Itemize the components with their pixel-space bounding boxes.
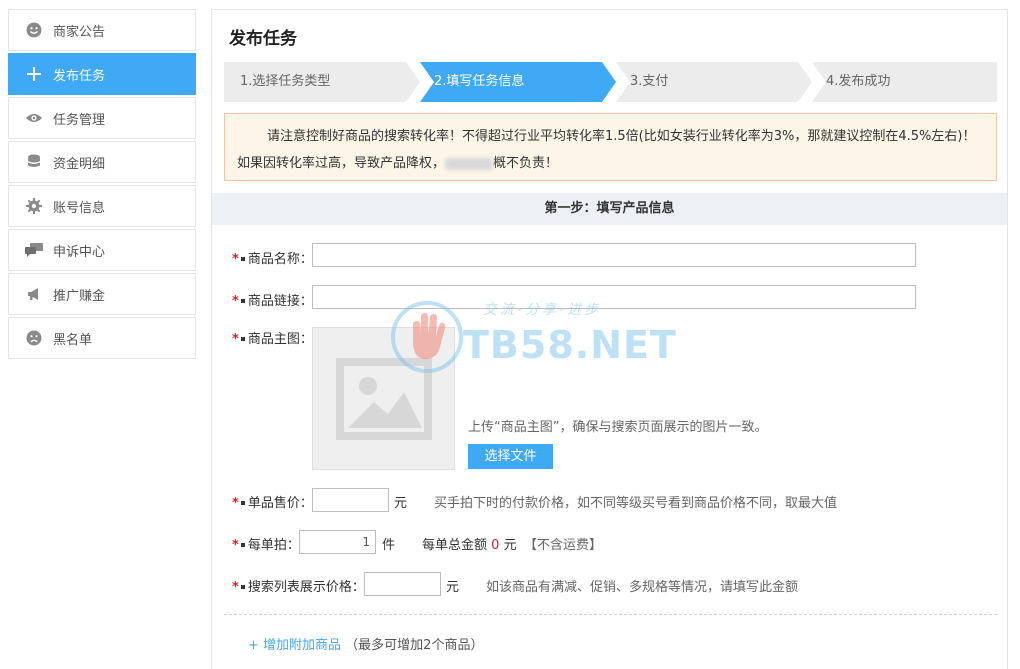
step-notch <box>420 62 434 102</box>
bullet-icon <box>240 336 245 341</box>
sidebar-item-task-management[interactable]: 任务管理 <box>8 97 196 139</box>
sidebar-item-label: 推广赚金 <box>53 288 106 304</box>
step-label: 4.发布成功 <box>826 74 891 89</box>
sidebar-item-announcement[interactable]: 商家公告 <box>8 9 196 51</box>
sad-face-icon <box>25 329 43 347</box>
sidebar-item-publish-task[interactable]: 发布任务 <box>8 53 196 95</box>
image-placeholder-icon <box>335 357 432 440</box>
product-name-input[interactable] <box>312 243 916 267</box>
step-arrow <box>602 62 616 102</box>
sidebar-item-label: 任务管理 <box>53 112 106 128</box>
label-text: 搜索列表展示价格： <box>247 580 365 595</box>
sidebar-item-blacklist[interactable]: 黑名单 <box>8 317 196 359</box>
gear-icon <box>25 197 43 215</box>
main-image-preview[interactable] <box>312 327 455 470</box>
search-price-label: * 搜索列表展示价格： <box>232 576 365 595</box>
sidebar-item-label: 商家公告 <box>53 24 106 40</box>
quantity-input[interactable] <box>299 530 376 554</box>
search-price-hint: 如该商品有满减、促销、多规格等情况，请填写此金额 <box>486 580 799 595</box>
unit-price-hint: 买手拍下时的付款价格，如不同等级买号看到商品价格不同，取最大值 <box>434 496 838 511</box>
notice-text-end: 概不负责！ <box>493 156 559 171</box>
label-text: 商品链接： <box>247 294 313 309</box>
sidebar-item-label: 账号信息 <box>53 200 106 216</box>
page-title: 发布任务 <box>229 29 297 49</box>
order-total-label: 每单总金额 <box>422 538 488 553</box>
sidebar-item-label: 黑名单 <box>53 332 93 348</box>
search-price-input[interactable] <box>364 572 441 596</box>
order-total-unit: 元 <box>503 538 517 553</box>
choose-file-button[interactable]: 选择文件 <box>468 444 553 469</box>
shipping-note: 【不含运费】 <box>524 538 603 553</box>
bullet-icon <box>240 256 245 261</box>
label-text: 每单拍： <box>247 538 300 553</box>
sidebar-item-label: 申诉中心 <box>53 244 106 260</box>
per-order-label: * 每单拍： <box>232 534 300 553</box>
sidebar-item-label: 资金明细 <box>53 156 106 172</box>
eye-icon <box>25 109 43 127</box>
main-image-hint: 上传“商品主图”，确保与搜索页面展示的图片一致。 <box>468 420 768 435</box>
product-link-input[interactable] <box>312 285 916 309</box>
step-1: 1.选择任务类型 <box>224 62 420 102</box>
step-3: 3.支付 <box>616 62 812 102</box>
required-mark: * <box>232 538 239 553</box>
step-2: 2.填写任务信息 <box>420 62 616 102</box>
sidebar-item-promotion[interactable]: 推广赚金 <box>8 273 196 315</box>
label-text: 商品主图： <box>247 332 313 347</box>
step-notch <box>812 62 826 102</box>
required-mark: * <box>232 496 239 511</box>
label-text: 单品售价： <box>247 496 313 511</box>
sidebar: 商家公告 发布任务 任务管理 资金明细 账号信息 申诉中心 推广赚金 黑名单 <box>8 9 196 361</box>
step-label: 3.支付 <box>630 74 669 89</box>
product-name-label: * 商品名称： <box>232 248 313 267</box>
bullet-icon <box>240 500 245 505</box>
sidebar-item-funds[interactable]: 资金明细 <box>8 141 196 183</box>
unit-price-unit: 元 <box>394 496 408 511</box>
unit-price-label: * 单品售价： <box>232 492 313 511</box>
step-progress: 1.选择任务类型 2.填写任务信息 3.支付 4.发布成功 <box>224 62 997 102</box>
chat-icon <box>25 241 43 259</box>
main-image-label: * 商品主图： <box>232 328 313 347</box>
sidebar-item-account[interactable]: 账号信息 <box>8 185 196 227</box>
step-arrow <box>798 62 812 102</box>
step-label: 1.选择任务类型 <box>240 74 331 89</box>
bullet-icon <box>240 542 245 547</box>
database-icon <box>25 153 43 171</box>
required-mark: * <box>232 580 239 595</box>
bullet-icon <box>240 584 245 589</box>
unit-price-input[interactable] <box>312 488 389 512</box>
section-title: 第一步：填写产品信息 <box>212 193 1007 225</box>
sidebar-item-appeal[interactable]: 申诉中心 <box>8 229 196 271</box>
bullet-icon <box>240 298 245 303</box>
notice-text: 请注意控制好商品的搜索转化率！不得超过行业平均转化率1.5倍(比如女装行业转化率… <box>237 129 976 171</box>
step-arrow <box>406 62 420 102</box>
divider <box>224 614 997 615</box>
quantity-unit: 件 <box>382 538 396 553</box>
main-panel: 发布任务 1.选择任务类型 2.填写任务信息 3.支付 4.发布成功 请注意控制… <box>211 9 1008 669</box>
step-4: 4.发布成功 <box>812 62 997 102</box>
conversion-rate-notice: 请注意控制好商品的搜索转化率！不得超过行业平均转化率1.5倍(比如女装行业转化率… <box>224 113 997 181</box>
required-mark: * <box>232 252 239 267</box>
add-extra-product-text: + 增加附加商品 <box>248 638 342 653</box>
add-extra-product-link[interactable]: + 增加附加商品 （最多可增加2个商品） <box>248 634 483 653</box>
required-mark: * <box>232 294 239 309</box>
plus-icon <box>25 65 43 83</box>
label-text: 商品名称： <box>247 252 313 267</box>
add-extra-product-note: （最多可增加2个商品） <box>345 638 484 653</box>
smiley-icon <box>25 21 43 39</box>
step-label: 2.填写任务信息 <box>434 74 525 89</box>
megaphone-icon <box>25 285 43 303</box>
product-link-label: * 商品链接： <box>232 290 313 309</box>
order-total: 每单总金额 0 元 <box>422 534 517 553</box>
required-mark: * <box>232 332 239 347</box>
sidebar-item-label: 发布任务 <box>53 68 106 84</box>
order-total-amount: 0 <box>491 538 500 553</box>
redacted-text <box>445 157 494 170</box>
search-price-unit: 元 <box>446 580 460 595</box>
step-notch <box>616 62 630 102</box>
